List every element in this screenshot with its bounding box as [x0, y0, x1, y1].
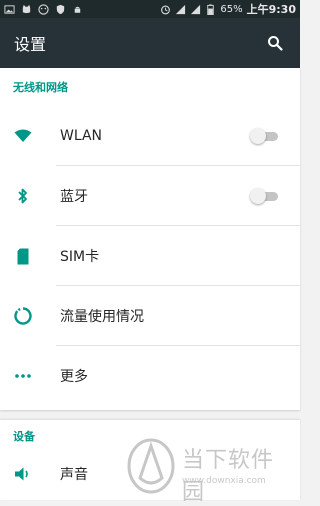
settings-item-data-usage[interactable]: 流量使用情况: [0, 286, 300, 346]
shield-notification-icon: [56, 4, 65, 14]
search-icon: [268, 36, 283, 51]
search-button[interactable]: [264, 32, 286, 54]
page-title: 设置: [14, 35, 47, 54]
battery-percent: 65%: [220, 3, 243, 15]
signal-icon-2: [191, 4, 201, 14]
wlan-toggle-thumb: [250, 128, 266, 144]
face-notification-icon: [38, 3, 49, 15]
section-header-device: 设备: [13, 430, 35, 443]
alarm-icon: [161, 5, 171, 14]
device-card: 设备 声音: [0, 420, 300, 500]
bluetooth-label: 蓝牙: [60, 189, 88, 205]
settings-item-more[interactable]: 更多: [0, 346, 300, 406]
wlan-label: WLAN: [60, 128, 103, 144]
bluetooth-icon: [14, 187, 32, 205]
status-bar: 65% 上午9:30: [0, 0, 300, 18]
settings-item-wlan[interactable]: WLAN: [0, 106, 300, 166]
sim-card-label: SIM卡: [60, 249, 100, 265]
settings-item-sound[interactable]: 声音: [0, 452, 300, 496]
battery-icon: [207, 3, 215, 15]
cat-notification-icon: [22, 4, 31, 13]
settings-item-sim-card[interactable]: SIM卡: [0, 226, 300, 286]
settings-item-bluetooth[interactable]: 蓝牙: [0, 166, 300, 226]
wlan-toggle[interactable]: [250, 128, 280, 144]
section-header-wireless: 无线和网络: [13, 81, 68, 94]
volume-icon: [14, 465, 32, 483]
sound-label: 声音: [60, 467, 88, 483]
bluetooth-toggle-thumb: [250, 188, 266, 204]
image-notification-icon: [4, 4, 15, 14]
android-notification-icon: [74, 6, 81, 13]
bluetooth-toggle[interactable]: [250, 188, 280, 204]
more-label: 更多: [60, 369, 88, 385]
signal-icon: [176, 4, 186, 14]
clock-time: 上午9:30: [246, 3, 296, 16]
wifi-icon: [14, 127, 32, 145]
more-icon: [14, 367, 32, 385]
app-bar: 设置: [0, 18, 300, 68]
data-usage-label: 流量使用情况: [60, 309, 144, 325]
wireless-networks-card: 无线和网络 WLAN 蓝牙 SIM卡 流量使用情况 更多: [0, 68, 300, 410]
data-usage-icon: [14, 307, 32, 325]
sim-card-icon: [14, 247, 32, 265]
